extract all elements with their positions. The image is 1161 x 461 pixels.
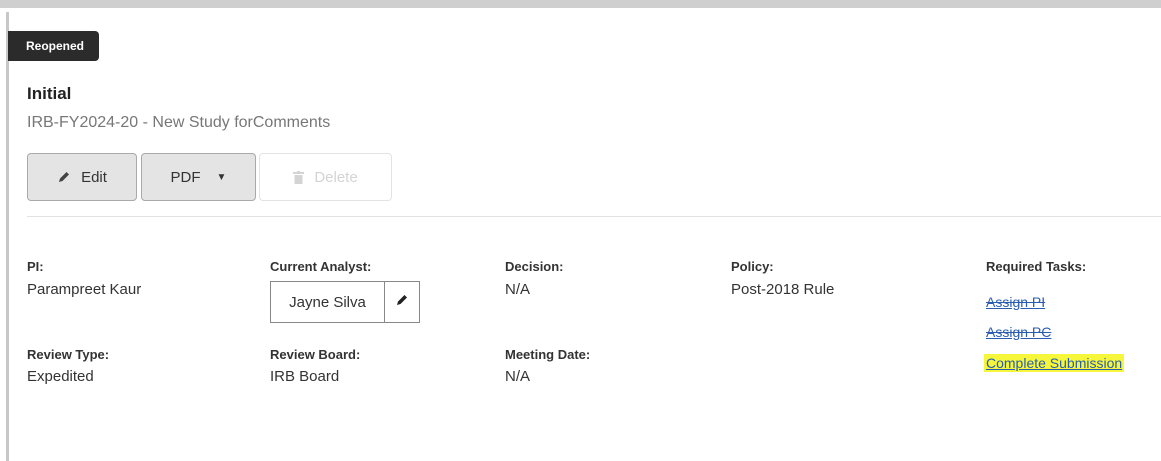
page-title: Initial (27, 84, 72, 103)
caret-down-icon: ▼ (216, 171, 227, 183)
pi-value: Parampreet Kaur (27, 281, 142, 298)
current-analyst-field: Jayne Silva (270, 281, 420, 323)
delete-button-label: Delete (314, 168, 358, 186)
task-complete-submission-link[interactable]: Complete Submission (984, 354, 1125, 372)
pdf-dropdown-button[interactable]: PDF ▼ (141, 153, 256, 201)
edit-button[interactable]: Edit (27, 153, 137, 201)
review-type-value: Expedited (27, 368, 94, 385)
meeting-date-value: N/A (505, 368, 531, 385)
pencil-icon (57, 170, 71, 184)
review-board-value: IRB Board (270, 368, 340, 385)
task-assign-pi-link[interactable]: Assign PI (986, 294, 1045, 310)
review-type-label: Review Type: (27, 347, 110, 362)
divider (27, 216, 1161, 217)
task-assign-pc-link[interactable]: Assign PC (986, 324, 1051, 340)
top-strip (0, 0, 1161, 8)
required-tasks-label: Required Tasks: (986, 259, 1087, 274)
policy-value: Post-2018 Rule (731, 281, 835, 298)
analyst-edit-button[interactable] (385, 282, 419, 322)
edit-button-label: Edit (81, 168, 107, 186)
delete-button[interactable]: Delete (259, 153, 392, 201)
decision-value: N/A (505, 281, 531, 298)
pencil-icon (395, 293, 409, 312)
meeting-date-label: Meeting Date: (505, 347, 591, 362)
left-border (6, 12, 9, 461)
decision-label: Decision: (505, 259, 564, 274)
page-subtitle: IRB-FY2024-20 - New Study forComments (27, 114, 331, 131)
pdf-button-label: PDF (170, 168, 201, 186)
review-board-label: Review Board: (270, 347, 361, 362)
status-badge: Reopened (8, 31, 100, 61)
trash-icon (293, 170, 305, 184)
current-analyst-label: Current Analyst: (270, 259, 372, 274)
current-analyst-value: Jayne Silva (271, 282, 385, 322)
pi-label: PI: (27, 259, 44, 274)
policy-label: Policy: (731, 259, 774, 274)
